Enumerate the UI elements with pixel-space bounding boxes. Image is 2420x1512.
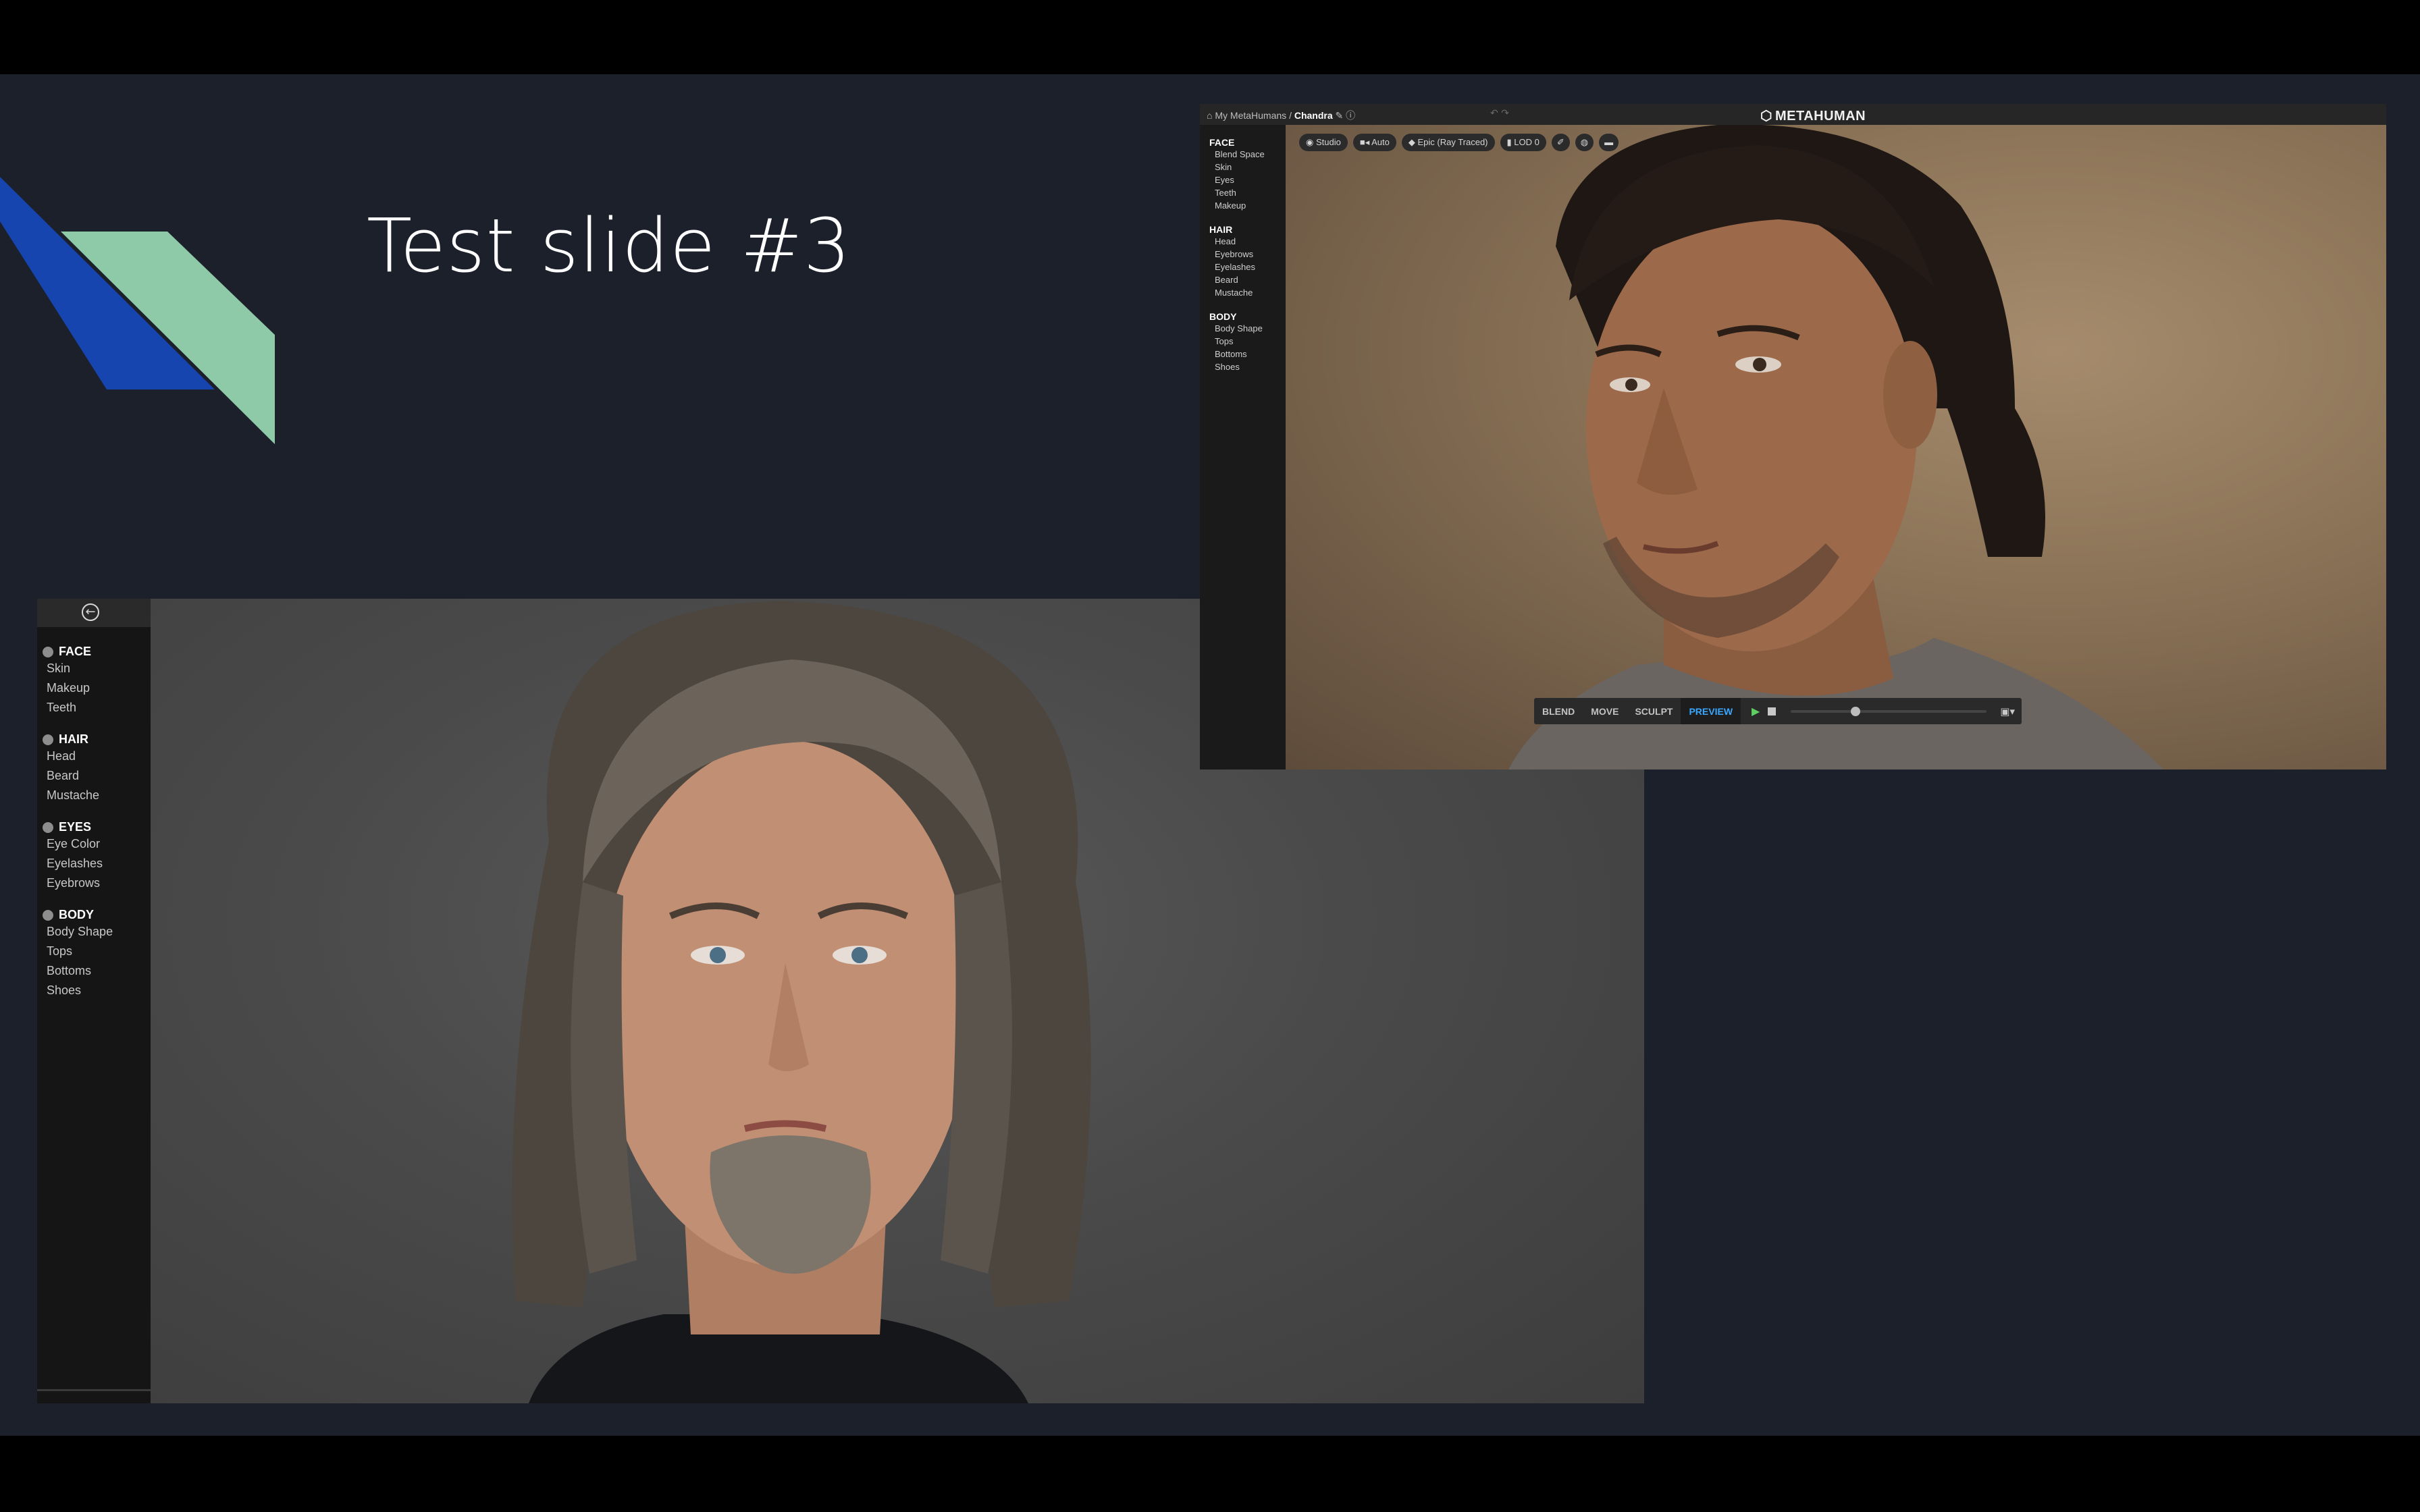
sidebar-item-head[interactable]: Head (47, 749, 151, 763)
lod-dropdown[interactable]: ▮ LOD 0 (1500, 134, 1546, 151)
lod-icon: ▮ (1506, 137, 1515, 147)
edit-icon[interactable]: ✎ (1336, 110, 1344, 121)
lighting-dropdown[interactable]: ◉ Studio (1299, 134, 1348, 151)
timeline-handle[interactable] (1851, 706, 1861, 716)
section-hair[interactable]: HAIR (43, 732, 151, 747)
sidebar-item-body-shape[interactable]: Body Shape (1215, 323, 1286, 333)
eye-icon (43, 821, 53, 833)
sidebar-item-head[interactable]: Head (1215, 236, 1286, 246)
camera-icon: ■◂ (1359, 137, 1372, 147)
decorative-stripes (0, 177, 275, 444)
slide-title: Test slide #3 (367, 202, 851, 289)
mode-sculpt[interactable]: SCULPT (1627, 698, 1681, 724)
bulb-icon: ◉ (1306, 137, 1316, 147)
arrow-left-circle-icon[interactable]: ← (82, 603, 99, 621)
brush-button[interactable]: ✐ (1551, 134, 1570, 151)
sidebar-item-beard[interactable]: Beard (47, 769, 151, 783)
sidebar-item-eye-color[interactable]: Eye Color (47, 837, 151, 851)
sidebar-item-beard[interactable]: Beard (1215, 275, 1286, 285)
section-label: FACE (59, 645, 92, 658)
help-icon[interactable]: ⓘ (1346, 110, 1355, 121)
sidebar-item-shoes[interactable]: Shoes (1215, 362, 1286, 372)
sphere-button[interactable]: ◍ (1575, 134, 1594, 151)
brush-icon: ✐ (1556, 137, 1564, 147)
ear (1883, 341, 1937, 449)
sidebar-item-teeth[interactable]: Teeth (47, 701, 151, 715)
sidebar-topbar: ← (37, 599, 151, 627)
sidebar-item-mustache[interactable]: Mustache (1215, 288, 1286, 298)
diamond-icon: ◆ (1408, 137, 1418, 147)
play-icon[interactable]: ▶ (1752, 705, 1760, 718)
sidebar-item-skin[interactable]: Skin (1215, 162, 1286, 172)
sidebar-item-eyebrows[interactable]: Eyebrows (47, 876, 151, 890)
metahuman-logo: ⬡ METAHUMAN (1760, 107, 1868, 124)
sidebar: FACE Blend Space Skin Eyes Teeth Makeup … (1200, 125, 1286, 770)
title-bar: ⌂ My MetaHumans / Chandra ✎ ⓘ ↶ ↷ ⬡ METAH… (1200, 104, 2386, 125)
face-icon (43, 646, 53, 657)
body-icon (43, 909, 53, 921)
section-eyes[interactable]: EYES (43, 820, 151, 834)
mode-blend[interactable]: BLEND (1534, 698, 1583, 724)
sidebar-item-tops[interactable]: Tops (1215, 336, 1286, 346)
logo-text: METAHUMAN (1774, 109, 1866, 124)
sidebar-item-eyebrows[interactable]: Eyebrows (1215, 249, 1286, 259)
sidebar-item-teeth[interactable]: Teeth (1215, 188, 1286, 198)
breadcrumb-current: Chandra (1294, 110, 1333, 121)
section-face[interactable]: FACE (1209, 137, 1286, 148)
undo-redo: ↶ ↷ (1490, 108, 1509, 119)
lighting-label: Studio (1315, 137, 1341, 147)
sidebar: ← FACE Skin Makeup Teeth HAIR Head Beard… (37, 599, 151, 1403)
sidebar-item-body-shape[interactable]: Body Shape (47, 925, 151, 939)
camera-label: Auto (1371, 137, 1390, 147)
quality-dropdown[interactable]: ◆ Epic (Ray Traced) (1401, 134, 1495, 151)
section-body[interactable]: BODY (1209, 311, 1286, 322)
sidebar-item-bottoms[interactable]: Bottoms (1215, 349, 1286, 359)
sidebar-item-blend-space[interactable]: Blend Space (1215, 149, 1286, 159)
camera-select-icon[interactable]: ▣▾ (2000, 705, 2015, 718)
undo-icon[interactable]: ↶ (1490, 108, 1498, 119)
sidebar-item-mustache[interactable]: Mustache (47, 788, 151, 803)
sidebar-item-makeup[interactable]: Makeup (1215, 200, 1286, 211)
section-label: EYES (59, 820, 92, 834)
sidebar-divider (37, 1389, 151, 1391)
character-viewport[interactable]: ◉ Studio ■◂ Auto ◆ Epic (Ray Traced) ▮ L… (1286, 125, 2386, 770)
mode-move[interactable]: MOVE (1583, 698, 1627, 724)
mode-preview[interactable]: PREVIEW (1681, 698, 1741, 724)
sidebar-item-tops[interactable]: Tops (47, 944, 151, 959)
section-hair[interactable]: HAIR (1209, 224, 1286, 235)
section-label: BODY (59, 908, 95, 921)
section-label: HAIR (59, 732, 88, 746)
slide: Test slide #3 ← FACE Skin Makeup Teeth H… (0, 74, 2420, 1436)
quality-label: Epic (Ray Traced) (1417, 137, 1488, 147)
section-body[interactable]: BODY (43, 908, 151, 922)
sidebar-item-eyelashes[interactable]: Eyelashes (47, 857, 151, 871)
timeline-slider[interactable] (1791, 706, 1987, 716)
sphere-icon: ◍ (1580, 137, 1589, 147)
lod-label: LOD 0 (1514, 137, 1540, 147)
sidebar-item-shoes[interactable]: Shoes (47, 983, 151, 998)
display-button[interactable]: ▬ (1599, 134, 1619, 151)
sidebar-item-bottoms[interactable]: Bottoms (47, 964, 151, 978)
logo-icon: ⬡ (1760, 109, 1772, 124)
monitor-icon: ▬ (1604, 137, 1614, 147)
sidebar-item-eyelashes[interactable]: Eyelashes (1215, 262, 1286, 272)
mode-bar: BLEND MOVE SCULPT PREVIEW ▶ ▣▾ (1534, 698, 2022, 724)
breadcrumb-separator: / (1289, 110, 1292, 121)
hair-icon (43, 734, 53, 745)
redo-icon[interactable]: ↷ (1501, 108, 1509, 119)
sidebar-item-eyes[interactable]: Eyes (1215, 175, 1286, 185)
section-face[interactable]: FACE (43, 645, 151, 659)
stop-icon[interactable] (1768, 707, 1777, 716)
breadcrumb: ⌂ My MetaHumans / Chandra ✎ ⓘ (1207, 109, 1355, 122)
sidebar-item-makeup[interactable]: Makeup (47, 681, 151, 695)
breadcrumb-root[interactable]: My MetaHumans (1215, 110, 1286, 121)
sidebar-item-skin[interactable]: Skin (47, 662, 151, 676)
metahuman-screenshot-2: ⌂ My MetaHumans / Chandra ✎ ⓘ ↶ ↷ ⬡ METAH… (1200, 104, 2386, 770)
home-icon[interactable]: ⌂ (1207, 110, 1212, 121)
camera-dropdown[interactable]: ■◂ Auto (1352, 134, 1396, 151)
character-render-chandra (1508, 125, 2163, 770)
viewport-toolbar: ◉ Studio ■◂ Auto ◆ Epic (Ray Traced) ▮ L… (1299, 134, 1619, 151)
